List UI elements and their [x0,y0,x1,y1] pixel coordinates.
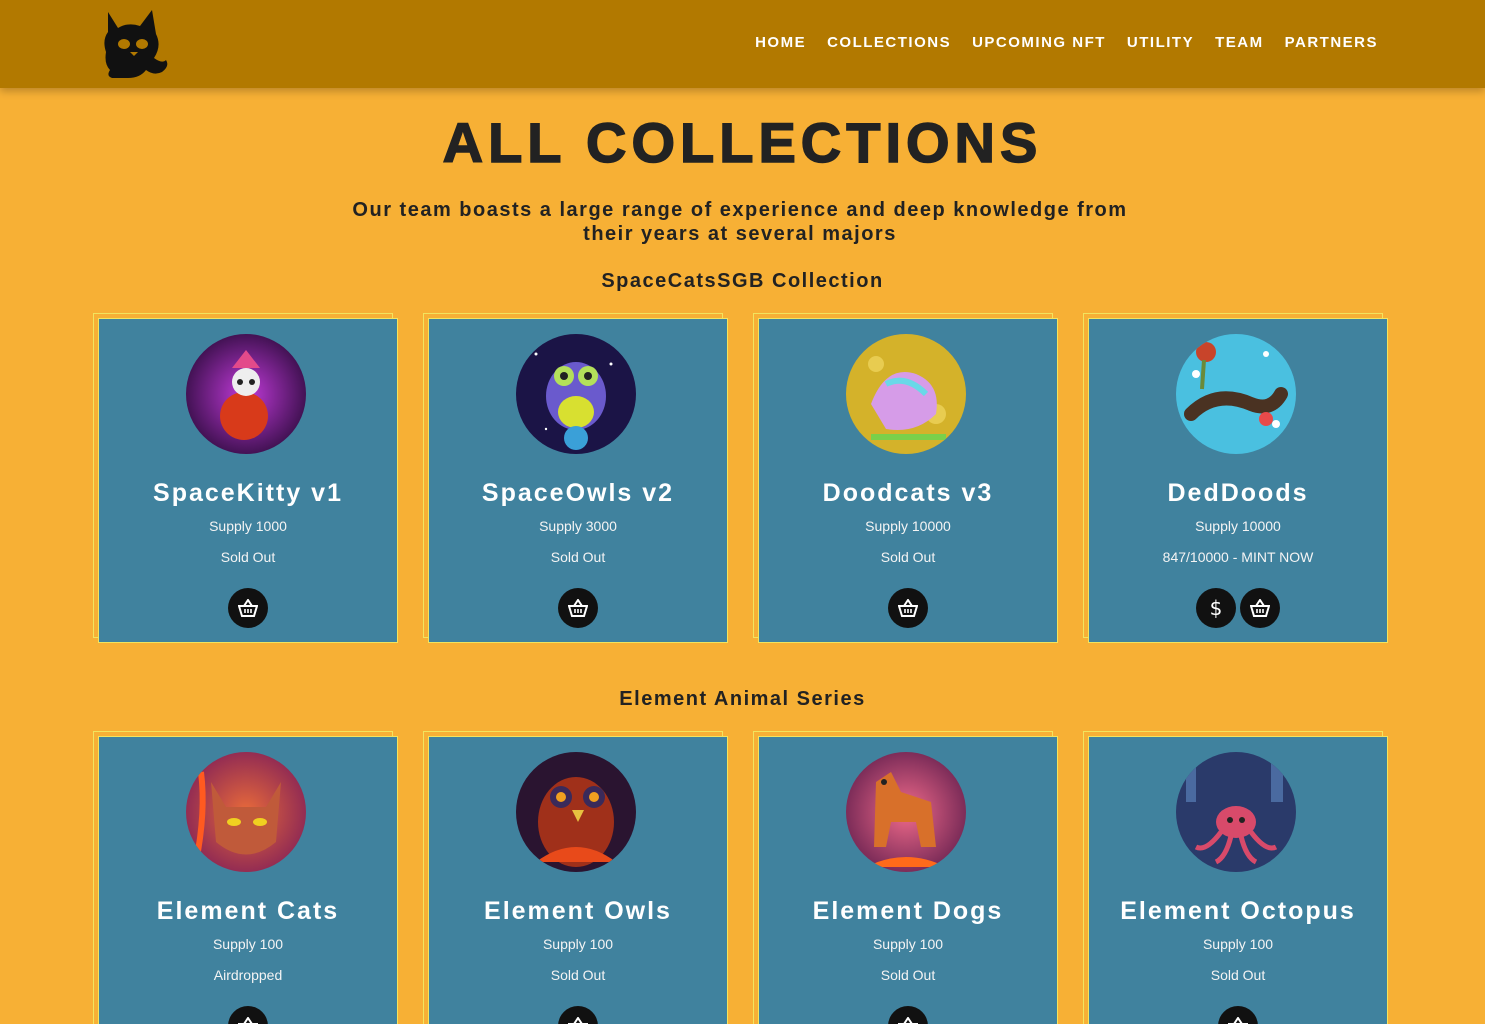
nav-collections[interactable]: COLLECTIONS [827,34,951,51]
collection-name: SpaceOwls v2 [481,479,675,507]
collection-card: DedDoods Supply 10000 847/10000 - MINT N… [1083,313,1388,643]
basket-button[interactable] [888,588,928,628]
basket-button[interactable] [228,588,268,628]
collection-supply: Supply 10000 [865,518,951,534]
basket-button[interactable] [1240,588,1280,628]
collection-name: Element Cats [156,897,340,925]
collection-avatar[interactable] [1176,752,1296,872]
collection-name: Doodcats v3 [822,479,994,507]
basket-icon [1228,1017,1248,1024]
cat-logo-icon[interactable] [100,6,170,80]
collection-name: SpaceKitty v1 [153,479,343,507]
navbar: HOME COLLECTIONS UPCOMING NFT UTILITY TE… [0,0,1485,88]
collection-status: 847/10000 - MINT NOW [1162,549,1314,565]
collection-supply: Supply 100 [212,936,284,952]
collection-supply: Supply 100 [872,936,944,952]
collection-supply: Supply 3000 [539,518,617,534]
collection-card: Element Cats Supply 100 Airdropped [93,731,398,1024]
dollar-icon: $ [1209,596,1223,620]
collection-supply: Supply 100 [1202,936,1274,952]
collection-status: Airdropped [213,967,283,983]
collection-avatar[interactable] [186,334,306,454]
basket-icon [568,599,588,617]
basket-icon [238,1017,258,1024]
section-title-spacecats: SpaceCatsSGB Collection [601,270,884,292]
collection-status: Sold Out [880,549,936,565]
nav-home[interactable]: HOME [755,34,806,51]
collection-avatar[interactable] [1176,334,1296,454]
collection-avatar[interactable] [186,752,306,872]
collection-status: Sold Out [550,549,606,565]
card-row-element-animal: Element Cats Supply 100 Airdropped Eleme… [93,731,1388,1024]
basket-icon [238,599,258,617]
collection-status: Sold Out [1210,967,1266,983]
basket-button[interactable] [888,1006,928,1024]
collection-avatar[interactable] [846,752,966,872]
card-row-spacecats: SpaceKitty v1 Supply 1000 Sold Out Space… [93,313,1388,643]
collection-avatar[interactable] [516,752,636,872]
basket-icon [898,1017,918,1024]
basket-icon [1250,599,1270,617]
collection-avatar[interactable] [846,334,966,454]
basket-icon [568,1017,588,1024]
collection-card: SpaceKitty v1 Supply 1000 Sold Out [93,313,398,643]
basket-icon [898,599,918,617]
collection-card: Element Owls Supply 100 Sold Out [423,731,728,1024]
section-title-element-animal: Element Animal Series [619,688,866,710]
basket-button[interactable] [558,588,598,628]
basket-button[interactable] [228,1006,268,1024]
collection-supply: Supply 100 [542,936,614,952]
nav-utility[interactable]: UTILITY [1127,34,1194,51]
page-title: ALL COLLECTIONS [442,110,1043,175]
basket-button[interactable] [558,1006,598,1024]
collection-name: Element Octopus [1120,897,1356,925]
nav-upcoming-nft[interactable]: UPCOMING NFT [972,34,1106,51]
collection-supply: Supply 10000 [1195,518,1281,534]
collection-card: Element Octopus Supply 100 Sold Out [1083,731,1388,1024]
mint-button[interactable]: $ [1196,588,1236,628]
collection-card: Element Dogs Supply 100 Sold Out [753,731,1058,1024]
basket-button[interactable] [1218,1006,1258,1024]
collection-name: Element Dogs [812,897,1004,925]
collection-status: Sold Out [220,549,276,565]
nav-partners[interactable]: PARTNERS [1285,34,1378,51]
collection-card: Doodcats v3 Supply 10000 Sold Out [753,313,1058,643]
collection-name: DedDoods [1167,479,1309,507]
collection-name: Element Owls [484,897,672,925]
collection-status: Sold Out [880,967,936,983]
nav-team[interactable]: TEAM [1215,34,1264,51]
collection-status: Sold Out [550,967,606,983]
collection-avatar[interactable] [516,334,636,454]
page-subtitle: Our team boasts a large range of experie… [352,199,1128,245]
collection-card: SpaceOwls v2 Supply 3000 Sold Out [423,313,728,643]
nav-menu: HOME COLLECTIONS UPCOMING NFT UTILITY TE… [755,34,1378,51]
collection-supply: Supply 1000 [209,518,287,534]
